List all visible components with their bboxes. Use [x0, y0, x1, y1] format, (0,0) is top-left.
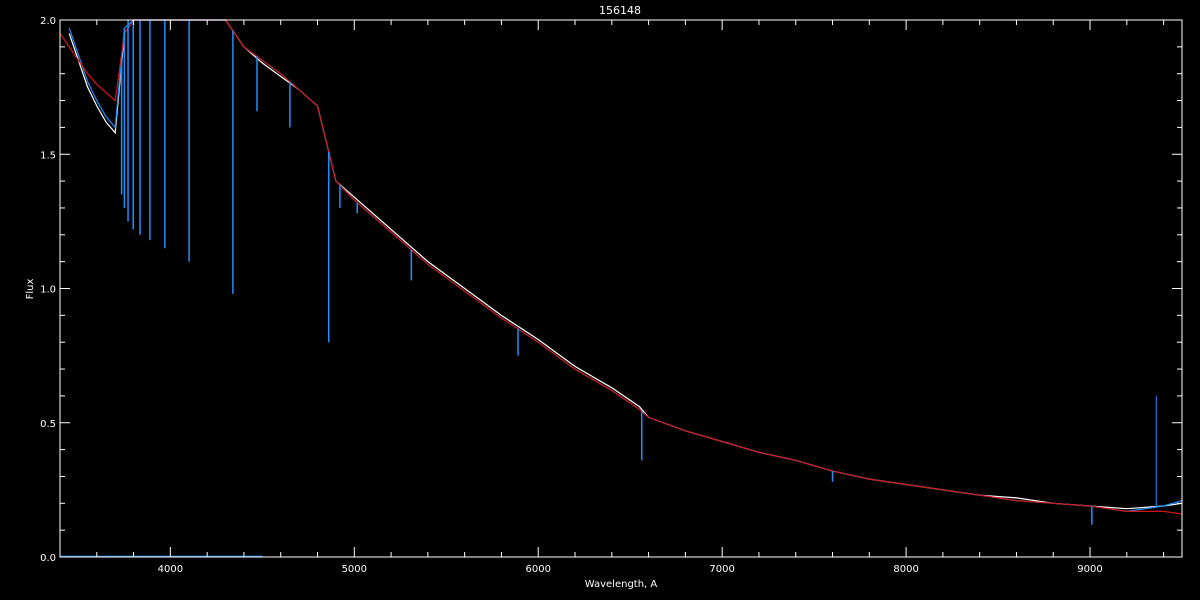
- x-axis-title: Wavelength, A: [585, 579, 658, 590]
- chart-title: 156148: [599, 4, 641, 17]
- x-tick-label: 8000: [893, 564, 918, 575]
- spectrum-chart: 156148 4000 5000 6000 7000 8000 9000 0.0 0.5 1.0…: [0, 0, 1200, 600]
- x-tick-label: 4000: [158, 564, 183, 575]
- x-tick-label: 6000: [526, 564, 551, 575]
- y-tick-label: 0.0: [40, 553, 56, 564]
- x-tick-label: 7000: [709, 564, 734, 575]
- y-tick-label: 2.0: [40, 16, 56, 27]
- chart-background: [0, 0, 1200, 600]
- y-tick-label: 1.0: [40, 285, 56, 296]
- y-axis-title: Flux: [25, 279, 36, 300]
- y-tick-label: 1.5: [40, 150, 56, 161]
- x-tick-label: 5000: [342, 564, 367, 575]
- x-tick-label: 9000: [1077, 564, 1102, 575]
- y-tick-label: 0.5: [40, 419, 56, 430]
